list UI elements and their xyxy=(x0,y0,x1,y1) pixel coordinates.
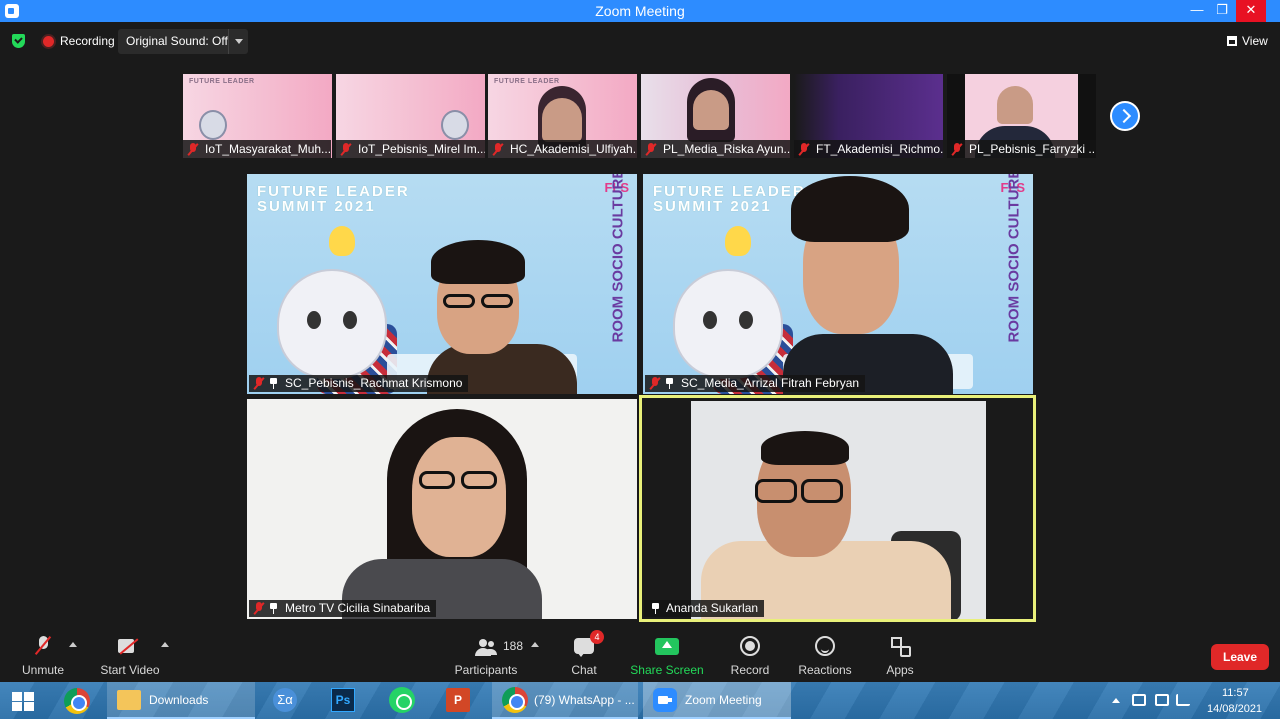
zoom-taskbar-button[interactable]: Zoom Meeting xyxy=(643,682,791,719)
wifi-signal-icon[interactable] xyxy=(1176,694,1190,706)
gallery-tile[interactable]: FUTURE LEADER HC_Akademisi_Ulfiyah... xyxy=(488,74,637,158)
video-options-caret[interactable] xyxy=(161,642,169,647)
clock-time[interactable]: 11:57 xyxy=(1222,687,1249,699)
spotlight-pin-icon xyxy=(651,603,660,614)
poster-title: FUTURE LEADER SUMMIT 2021 xyxy=(257,183,410,215)
clock-date[interactable]: 14/08/2021 xyxy=(1207,703,1262,715)
window-title: Zoom Meeting xyxy=(595,3,685,19)
participant-name: Metro TV Cicilia Sinabariba xyxy=(249,600,437,617)
participant-name: HC_Akademisi_Ulfiyah... xyxy=(488,140,637,158)
poster-text: FUTURE LEADER xyxy=(494,78,560,85)
meeting-info-bar: Recording Original Sound: Off View xyxy=(0,22,1280,58)
mascot-image xyxy=(441,110,469,140)
chrome-taskbar-button[interactable] xyxy=(55,682,100,719)
participant-name: IoT_Pebisnis_Mirel Im... xyxy=(336,140,485,158)
smiley-icon xyxy=(815,636,835,656)
spotlight-pin-icon xyxy=(665,378,674,389)
poster-room-text: ROOM SOCIO CULTURE xyxy=(1005,174,1023,343)
network-error-icon[interactable] xyxy=(1132,694,1146,706)
whatsapp-icon xyxy=(389,687,415,713)
participant-name: PL_Media_Riska Ayun... xyxy=(641,140,790,158)
close-button[interactable]: ✕ xyxy=(1236,0,1266,22)
mic-muted-icon xyxy=(254,377,264,390)
video-tile[interactable]: FUTURE LEADER SUMMIT 2021 FLS ROOM SOCIO … xyxy=(643,174,1033,394)
zoom-icon xyxy=(653,688,677,712)
photoshop-icon: Ps xyxy=(331,688,355,712)
spotlight-pin-icon xyxy=(269,603,278,614)
whatsapp-taskbar-button[interactable] xyxy=(380,682,425,719)
gallery-tile[interactable]: IoT_Pebisnis_Mirel Im... xyxy=(336,74,485,158)
original-sound-button[interactable]: Original Sound: Off xyxy=(118,29,248,54)
chrome-icon xyxy=(502,687,528,713)
powerpoint-icon: P xyxy=(446,688,470,712)
poster-title: FUTURE LEADER SUMMIT 2021 xyxy=(653,183,806,215)
apps-icon xyxy=(891,637,911,657)
meeting-toolbar: Unmute Start Video 188 Participants 4 Ch… xyxy=(0,630,1280,682)
mascot-image xyxy=(199,110,227,140)
windows-taskbar: Downloads Σα Ps P (79) WhatsApp - ... Zo… xyxy=(0,682,1280,719)
maximize-button[interactable]: ❐ xyxy=(1207,0,1237,22)
lightbulb-icon xyxy=(725,226,751,256)
mic-muted-icon xyxy=(646,143,656,156)
mic-muted-icon xyxy=(188,143,198,156)
sigma-app-icon: Σα xyxy=(273,688,297,712)
mic-muted-icon xyxy=(650,377,660,390)
video-tile[interactable]: FUTURE LEADER SUMMIT 2021 FLS ROOM SOCIO … xyxy=(247,174,637,394)
mascot-image xyxy=(277,269,387,379)
gallery-tile[interactable]: PL_Pebisnis_Farryzki ... xyxy=(947,74,1096,158)
window-title-bar: Zoom Meeting — ❐ ✕ xyxy=(0,0,1280,22)
gallery-tile[interactable]: FUTURE LEADER IoT_Masyarakat_Muh... xyxy=(183,74,332,158)
camera-off-icon xyxy=(118,639,142,654)
recording-dot-icon xyxy=(43,36,54,47)
powerpoint-taskbar-button[interactable]: P xyxy=(437,682,482,719)
chrome-icon xyxy=(64,688,90,714)
mic-muted-icon xyxy=(799,143,809,156)
video-tile-active-speaker[interactable]: Ananda Sukarlan xyxy=(639,395,1036,622)
whatsapp-chrome-taskbar-button[interactable]: (79) WhatsApp - ... xyxy=(492,682,638,719)
participant-name: FT_Akademisi_Richmo... xyxy=(794,140,943,158)
participant-count: 188 xyxy=(503,639,524,653)
participant-name: SC_Pebisnis_Rachmat Krismono xyxy=(249,375,469,392)
next-page-button[interactable] xyxy=(1110,101,1140,131)
mic-muted-icon xyxy=(952,143,962,156)
participant-name: SC_Media_Arrizal Fitrah Febryan xyxy=(645,375,866,392)
poster-room-text: ROOM SOCIO CULTURE xyxy=(609,174,627,343)
leave-button[interactable]: Leave xyxy=(1211,644,1269,670)
participant-video xyxy=(691,401,986,619)
mic-muted-icon xyxy=(493,143,503,156)
folder-icon xyxy=(117,690,141,710)
participants-icon xyxy=(475,639,497,656)
view-button[interactable]: View xyxy=(1242,34,1268,48)
chevron-down-icon[interactable] xyxy=(228,29,248,54)
record-icon xyxy=(740,636,760,656)
original-sound-label: Original Sound: Off xyxy=(126,34,228,48)
encryption-shield-icon[interactable] xyxy=(12,34,25,48)
photoshop-taskbar-button[interactable]: Ps xyxy=(322,682,367,719)
participant-name: Ananda Sukarlan xyxy=(644,600,765,617)
video-tile[interactable]: Metro TV Cicilia Sinabariba xyxy=(247,399,637,619)
spotlight-pin-icon xyxy=(269,378,278,389)
sigma-app-taskbar-button[interactable]: Σα xyxy=(265,682,310,719)
show-hidden-icons-button[interactable] xyxy=(1112,698,1120,703)
participant-video xyxy=(997,86,1033,124)
mic-muted-icon xyxy=(254,602,264,615)
gallery-tile[interactable]: PL_Media_Riska Ayun... xyxy=(641,74,790,158)
mic-muted-icon xyxy=(341,143,351,156)
recording-label: Recording xyxy=(60,34,115,48)
participant-name: IoT_Masyarakat_Muh... xyxy=(183,140,332,158)
gallery-tile[interactable]: FT_Akademisi_Richmo... xyxy=(794,74,943,158)
battery-icon[interactable] xyxy=(1155,694,1169,706)
lightbulb-icon xyxy=(329,226,355,256)
participants-options-caret[interactable] xyxy=(531,642,539,647)
chat-unread-badge: 4 xyxy=(590,630,604,644)
downloads-taskbar-button[interactable]: Downloads xyxy=(107,682,255,719)
view-grid-icon[interactable] xyxy=(1227,36,1237,46)
mascot-image xyxy=(673,269,783,379)
share-screen-icon xyxy=(655,638,679,655)
participant-name: PL_Pebisnis_Farryzki ... xyxy=(947,140,1096,158)
poster-text: FUTURE LEADER xyxy=(189,78,255,85)
mic-muted-icon xyxy=(36,636,50,655)
windows-start-icon[interactable] xyxy=(12,692,34,711)
audio-options-caret[interactable] xyxy=(69,642,77,647)
